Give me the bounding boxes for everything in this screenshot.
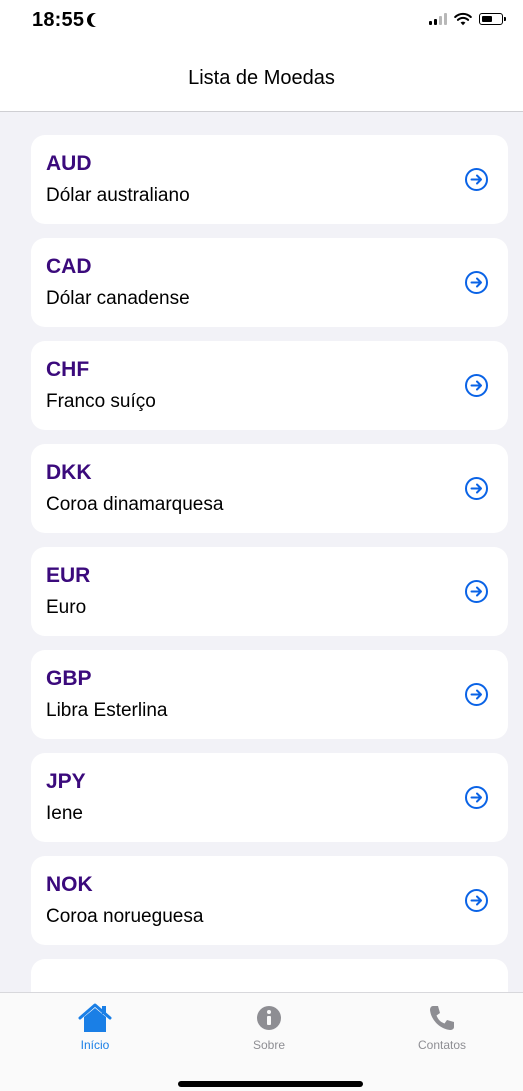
tab-inicio[interactable]: Início xyxy=(35,1003,155,1052)
currency-code: CAD xyxy=(46,255,92,278)
page-title: Lista de Moedas xyxy=(188,67,335,89)
currency-item-eur[interactable]: EUR Euro xyxy=(31,547,508,636)
phone-icon xyxy=(430,1006,454,1030)
currency-name: Libra Esterlina xyxy=(46,700,168,721)
currency-name: Coroa dinamarquesa xyxy=(46,494,224,515)
currency-item-cad[interactable]: CAD Dólar canadense xyxy=(31,238,508,327)
wifi-icon xyxy=(454,12,472,26)
arrow-right-circle-icon[interactable] xyxy=(465,477,488,500)
tab-label: Sobre xyxy=(252,1038,286,1052)
status-bar: 18:55 xyxy=(0,0,523,44)
currency-item-nok[interactable]: NOK Coroa norueguesa xyxy=(31,856,508,945)
currency-code: EUR xyxy=(46,564,91,587)
currency-list[interactable]: AUD Dólar australiano CAD Dólar canadens… xyxy=(0,112,523,992)
home-indicator[interactable] xyxy=(178,1081,363,1087)
currency-code: CHF xyxy=(46,358,90,381)
navigation-bar: Lista de Moedas xyxy=(0,44,523,112)
currency-item-chf[interactable]: CHF Franco suíço xyxy=(31,341,508,430)
clock-time: 18:55 xyxy=(32,9,85,31)
currency-name: Dólar australiano xyxy=(46,185,190,206)
info-icon xyxy=(257,1006,281,1030)
arrow-right-circle-icon[interactable] xyxy=(465,168,488,191)
arrow-right-circle-icon[interactable] xyxy=(465,271,488,294)
arrow-right-circle-icon[interactable] xyxy=(465,786,488,809)
arrow-right-circle-icon[interactable] xyxy=(465,889,488,912)
battery-icon xyxy=(479,13,506,25)
currency-item-jpy[interactable]: JPY Iene xyxy=(31,753,508,842)
currency-code: NOK xyxy=(46,873,93,896)
currency-name: Coroa norueguesa xyxy=(46,906,204,927)
currency-item-gbp[interactable]: GBP Libra Esterlina xyxy=(31,650,508,739)
currency-code: DKK xyxy=(46,461,92,484)
signal-icon xyxy=(429,13,447,25)
currency-item-partial[interactable] xyxy=(31,959,508,992)
currency-code: AUD xyxy=(46,152,92,175)
currency-name: Euro xyxy=(46,597,87,618)
currency-name: Dólar canadense xyxy=(46,288,190,309)
tab-sobre[interactable]: Sobre xyxy=(209,1003,329,1052)
currency-code: JPY xyxy=(46,770,86,793)
tab-label: Início xyxy=(80,1038,110,1052)
arrow-right-circle-icon[interactable] xyxy=(465,683,488,706)
arrow-right-circle-icon[interactable] xyxy=(465,374,488,397)
tab-bar: Início Sobre Contatos xyxy=(0,992,523,1091)
tab-contatos[interactable]: Contatos xyxy=(382,1003,502,1052)
arrow-right-circle-icon[interactable] xyxy=(465,580,488,603)
status-icons xyxy=(429,12,506,26)
tab-label: Contatos xyxy=(417,1038,467,1052)
currency-name: Iene xyxy=(46,803,83,824)
status-time: 18:55 xyxy=(32,9,98,32)
currency-item-dkk[interactable]: DKK Coroa dinamarquesa xyxy=(31,444,508,533)
moon-icon xyxy=(91,13,105,27)
currency-item-aud[interactable]: AUD Dólar australiano xyxy=(31,135,508,224)
currency-code: GBP xyxy=(46,667,92,690)
home-icon xyxy=(78,1003,112,1032)
currency-name: Franco suíço xyxy=(46,391,156,412)
